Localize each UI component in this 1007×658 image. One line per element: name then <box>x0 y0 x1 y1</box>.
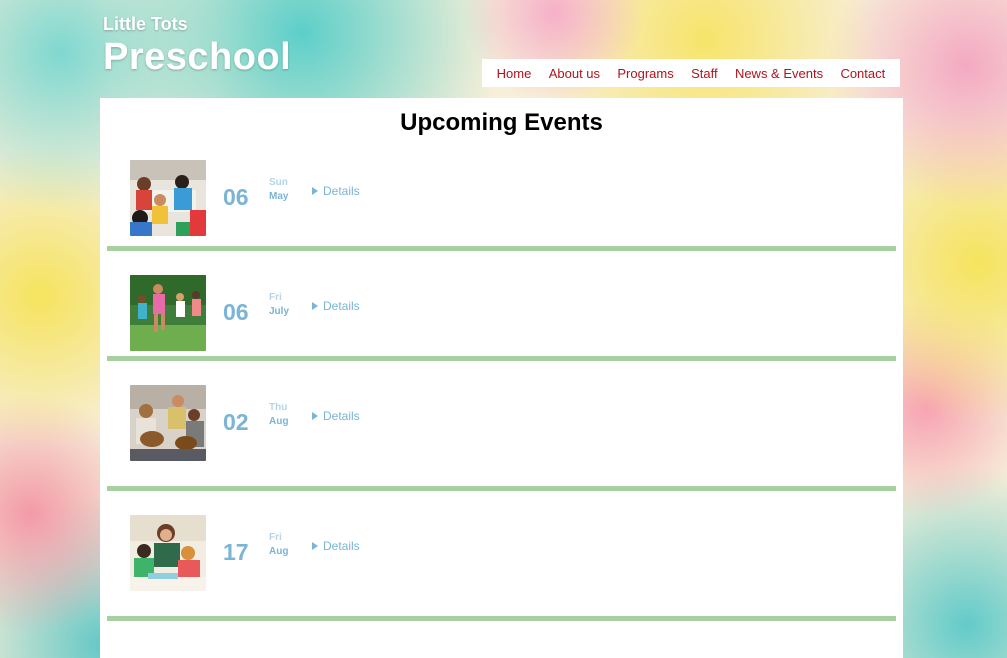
nav-contact[interactable]: Contact <box>840 66 885 81</box>
event-weekday: Fri <box>269 532 282 543</box>
event-item: 06 Sun May Details <box>100 146 903 251</box>
details-link[interactable]: Details <box>312 299 360 313</box>
nav-programs[interactable]: Programs <box>617 66 673 81</box>
event-weekday: Sun <box>269 177 288 188</box>
triangle-right-icon <box>312 412 318 420</box>
details-link[interactable]: Details <box>312 184 360 198</box>
event-item: 02 Thu Aug Details <box>100 361 903 491</box>
nav-news-events[interactable]: News & Events <box>735 66 823 81</box>
details-label: Details <box>323 409 360 423</box>
event-image <box>130 385 206 461</box>
brand-small-text: Little Tots <box>103 14 188 34</box>
event-weekday: Fri <box>269 292 282 303</box>
event-day: 06 <box>223 184 249 210</box>
event-month: Aug <box>269 416 289 427</box>
event-month: May <box>269 191 289 202</box>
nav-about-us[interactable]: About us <box>549 66 600 81</box>
children-crafting-photo <box>130 160 206 236</box>
details-label: Details <box>323 184 360 198</box>
event-item: 06 Fri July Details <box>100 251 903 361</box>
event-day: 06 <box>223 299 249 325</box>
details-label: Details <box>323 539 360 553</box>
event-divider <box>107 616 896 621</box>
triangle-right-icon <box>312 302 318 310</box>
children-running-photo <box>130 275 206 351</box>
event-month: Aug <box>269 546 289 557</box>
event-image <box>130 160 206 236</box>
nav-staff[interactable]: Staff <box>691 66 718 81</box>
triangle-right-icon <box>312 542 318 550</box>
event-item: 17 Fri Aug Details <box>100 491 903 621</box>
details-label: Details <box>323 299 360 313</box>
details-link[interactable]: Details <box>312 409 360 423</box>
page-title: Upcoming Events <box>400 109 603 136</box>
events-panel: Upcoming Events 06 Sun May Details 06 Fr… <box>100 98 903 658</box>
event-month: July <box>269 306 290 317</box>
event-image <box>130 515 206 591</box>
main-nav: Home About us Programs Staff News & Even… <box>482 59 900 87</box>
event-image <box>130 275 206 351</box>
teacher-with-children-photo <box>130 515 206 591</box>
nav-home[interactable]: Home <box>497 66 532 81</box>
event-day: 02 <box>223 409 249 435</box>
details-link[interactable]: Details <box>312 539 360 553</box>
event-day: 17 <box>223 539 249 565</box>
triangle-right-icon <box>312 187 318 195</box>
children-guitar-photo <box>130 385 206 461</box>
brand-big-text: Preschool <box>103 36 292 78</box>
event-weekday: Thu <box>269 402 288 413</box>
brand-logo[interactable]: Little Tots Preschool <box>103 12 291 78</box>
